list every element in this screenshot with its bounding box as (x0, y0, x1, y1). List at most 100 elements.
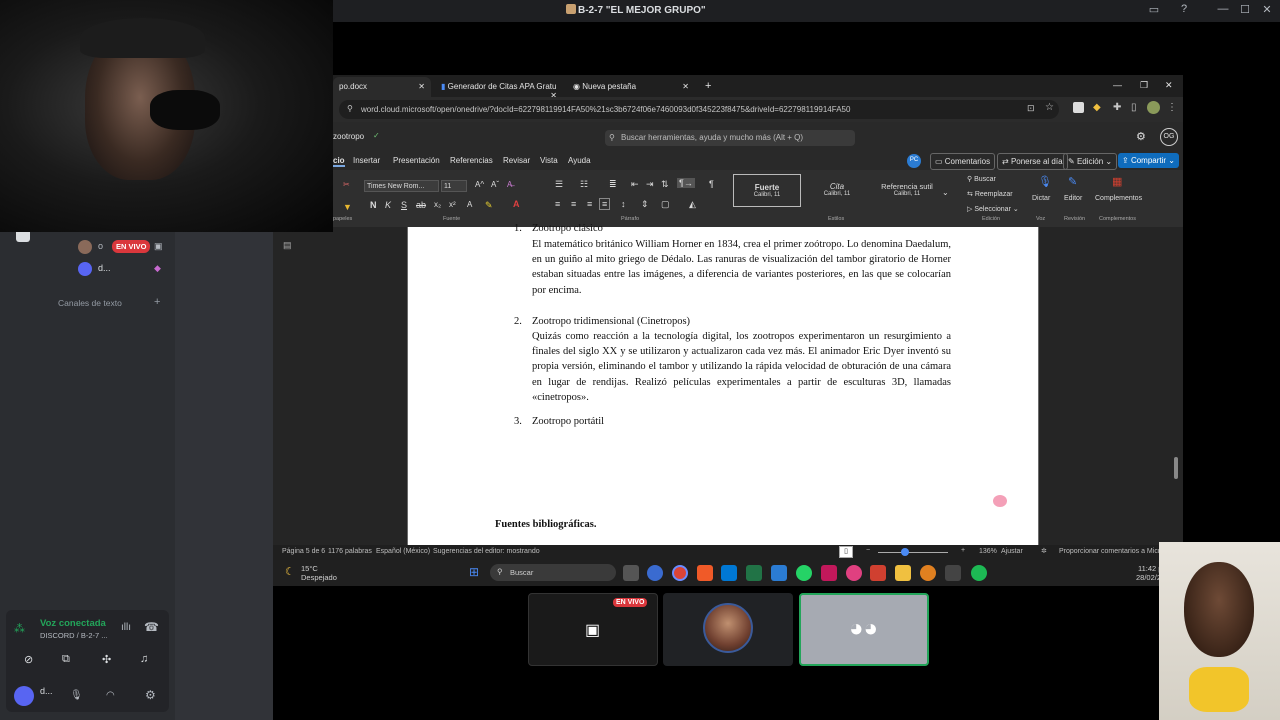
grow-font-icon[interactable]: A^ (475, 180, 484, 189)
puzzle-icon[interactable]: ✚ (1113, 102, 1121, 113)
stream-thumbnail-discord[interactable]: ◕◕ (799, 593, 929, 666)
gear-icon[interactable]: ⚙ (1136, 130, 1146, 143)
new-tab-button[interactable]: + (705, 80, 711, 92)
zoom-level[interactable]: 136% (979, 548, 997, 555)
align-right-icon[interactable]: ≡ (587, 199, 592, 209)
text-effects-icon[interactable]: A (467, 200, 472, 209)
voice-channel[interactable]: DISCORD / B-2-7 ... (40, 631, 108, 640)
editor-label[interactable]: Editor (1064, 195, 1082, 202)
subscript-button[interactable]: x₂ (434, 200, 441, 209)
start-icon[interactable]: ⊞ (469, 565, 479, 579)
tab-insert[interactable]: Insertar (353, 156, 380, 165)
shading-icon[interactable]: ◭ (689, 199, 696, 210)
microphone-icon[interactable]: 🎙 (70, 690, 83, 701)
excel-icon[interactable] (746, 565, 762, 581)
tab-citation-generator[interactable]: ▮ Generador de Citas APA Gratu ✕ (435, 77, 563, 100)
install-icon[interactable]: ⊡ (1027, 103, 1035, 114)
close-button[interactable]: ✕ (1165, 80, 1173, 91)
minimize-button[interactable]: — (1214, 3, 1232, 19)
text-channels-header[interactable]: Canales de texto (58, 298, 122, 308)
shrink-font-icon[interactable]: Aˇ (491, 180, 499, 189)
tab-document[interactable]: po.docx ✕ (333, 77, 431, 97)
headphones-icon[interactable]: ◠ (106, 690, 115, 701)
temperature[interactable]: 15°C (301, 564, 318, 573)
restore-button[interactable]: ❐ (1140, 80, 1148, 91)
screen-share-icon[interactable]: ⧉ (62, 653, 70, 666)
find-button[interactable]: ⚲ Buscar (967, 175, 996, 183)
navigation-icon[interactable]: ▤ (283, 240, 292, 251)
style-strong[interactable]: Fuerte Calibri, 11 (733, 174, 801, 207)
search-input[interactable]: ⚲ Buscar herramientas, ayuda y mucho más… (605, 130, 855, 146)
highlight-icon[interactable]: ✎ (485, 200, 493, 211)
extension-icon[interactable]: ◆ (1093, 102, 1101, 113)
line-spacing-icon[interactable]: ↕ (621, 199, 626, 209)
gear-icon[interactable]: ⚙ (145, 688, 156, 702)
tab-home[interactable]: cio (333, 156, 345, 167)
comments-button[interactable]: ▭ Comentarios (930, 153, 996, 170)
clock-date[interactable]: 28/02/2 (1136, 573, 1161, 582)
paragraph-spacing-icon[interactable]: ⇕ (641, 199, 649, 210)
zoom-slider-thumb[interactable] (901, 548, 909, 556)
url-input[interactable]: ⚲ word.cloud.microsoft/open/onedrive/?do… (339, 100, 1059, 119)
copilot-icon[interactable] (647, 565, 663, 581)
task-view-icon[interactable] (623, 565, 639, 581)
file-explorer-icon[interactable] (895, 565, 911, 581)
share-button[interactable]: ⇪ Compartir ⌄ (1118, 153, 1179, 168)
add-channel-button[interactable]: + (154, 296, 160, 308)
chrome-icon[interactable] (672, 565, 688, 581)
justify-icon[interactable]: ≡ (599, 198, 611, 210)
app-icon[interactable] (920, 565, 936, 581)
steam-icon[interactable] (945, 565, 961, 581)
font-color-icon[interactable]: A (513, 199, 520, 209)
coauthor-avatar[interactable]: PC (907, 154, 921, 168)
close-button[interactable]: ✕ (1258, 3, 1276, 19)
bold-button[interactable]: N (370, 200, 377, 210)
increase-indent-icon[interactable]: ⇥ (646, 179, 654, 190)
help-icon[interactable]: ? (1175, 3, 1193, 19)
word-count[interactable]: 1176 palabras (328, 548, 372, 555)
menu-icon[interactable]: ⋮ (1167, 102, 1177, 113)
underline-button[interactable]: S (401, 200, 407, 210)
numbering-icon[interactable]: ☷ (580, 179, 588, 190)
word-icon[interactable] (771, 565, 787, 581)
soundboard-icon[interactable]: ♫ (140, 653, 148, 665)
align-left-icon[interactable]: ≡ (555, 199, 560, 209)
tab-references[interactable]: Referencias (450, 156, 493, 165)
multilevel-list-icon[interactable]: ≣ (609, 179, 617, 190)
document-name[interactable]: zootropo (333, 132, 364, 141)
site-info-icon[interactable]: ⚲ (347, 104, 353, 113)
spotify-icon[interactable] (971, 565, 987, 581)
inbox-icon[interactable]: ▭ (1145, 3, 1163, 19)
brave-icon[interactable] (697, 565, 713, 581)
print-layout-icon[interactable]: ▯ (839, 546, 853, 558)
styles-more-icon[interactable]: ⌄ (942, 188, 949, 197)
minimize-button[interactable]: — (1113, 80, 1122, 90)
show-marks-icon[interactable]: ¶ (709, 179, 714, 189)
replace-button[interactable]: ⇆ Reemplazar (967, 190, 1013, 198)
tab-review[interactable]: Revisar (503, 156, 530, 165)
whatsapp-icon[interactable] (796, 565, 812, 581)
editing-mode-button[interactable]: ✎ Edición ⌄ (1063, 153, 1118, 170)
align-center-icon[interactable]: ≡ (571, 199, 576, 209)
app-icon[interactable] (870, 565, 886, 581)
outlook-icon[interactable] (721, 565, 737, 581)
addins-icon[interactable]: ▦ (1112, 175, 1122, 188)
addins-label[interactable]: Complementos (1095, 195, 1142, 202)
document-page[interactable]: 1. Zootropo clásico El matemático britán… (407, 223, 1039, 545)
sidepanel-icon[interactable]: ▯ (1131, 102, 1137, 113)
tab-layout[interactable]: Presentación (393, 156, 440, 165)
search-box[interactable]: ⚲ Buscar (490, 564, 616, 581)
user-avatar[interactable]: OG (1160, 128, 1178, 146)
tab-help[interactable]: Ayuda (568, 156, 591, 165)
style-subtle-reference[interactable]: Referencia sutil Calibri, 11 (873, 174, 941, 207)
ltr-icon[interactable]: ¶→ (677, 178, 695, 188)
user-avatar[interactable] (14, 686, 34, 706)
profile-avatar[interactable] (1147, 101, 1160, 114)
decrease-indent-icon[interactable]: ⇤ (631, 179, 639, 190)
app-icon[interactable] (821, 565, 837, 581)
editor-suggestions[interactable]: Sugerencias del editor: mostrando (433, 548, 540, 555)
close-icon[interactable]: ✕ (418, 82, 425, 91)
star-icon[interactable]: ☆ (1045, 102, 1054, 113)
stream-thumbnail-screen[interactable]: EN VIVO ▣ (528, 593, 658, 666)
extension-icon[interactable] (1073, 102, 1084, 113)
